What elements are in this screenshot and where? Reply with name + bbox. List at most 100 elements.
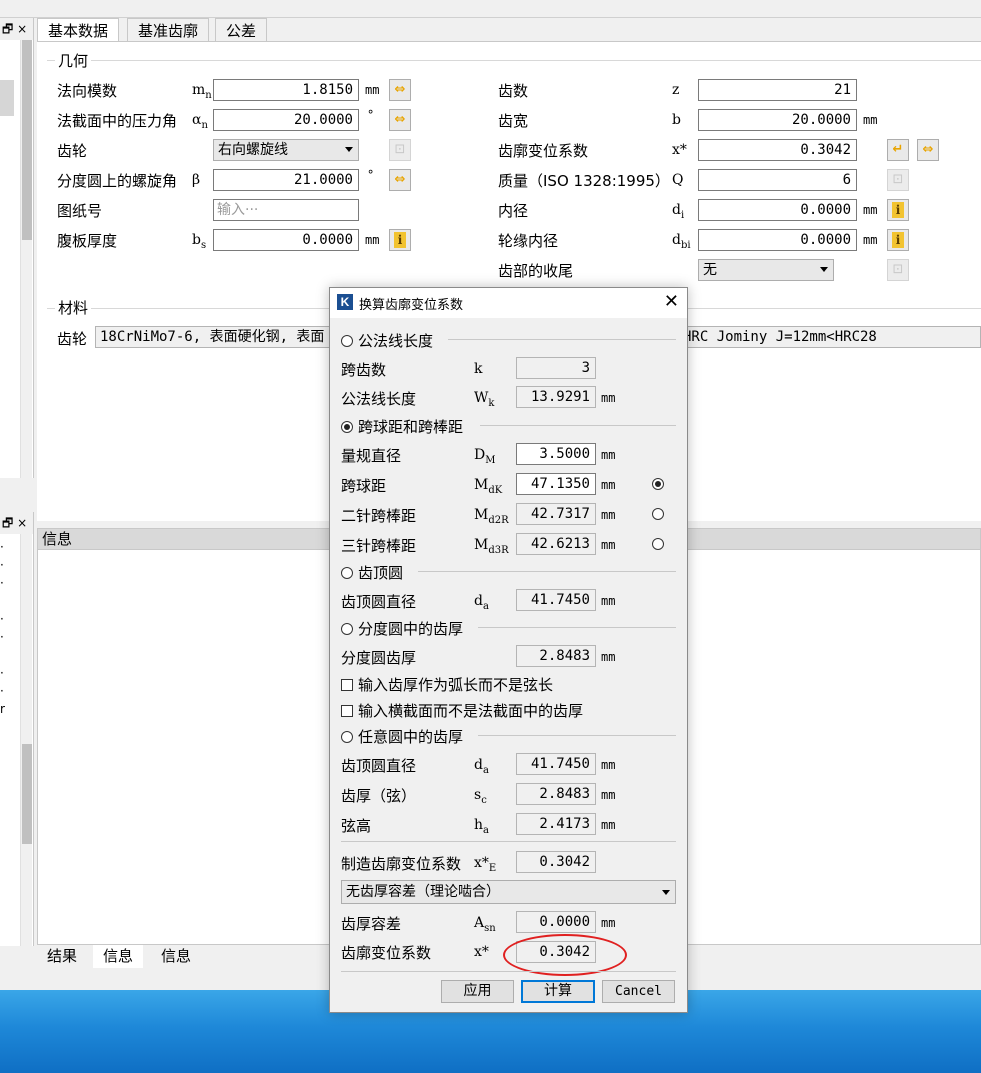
scrollbar-thumb[interactable] bbox=[22, 744, 32, 844]
apply-button[interactable]: 应用 bbox=[441, 980, 514, 1003]
normal-module-symbol: mn bbox=[192, 82, 212, 101]
info-icon[interactable]: i bbox=[389, 229, 411, 251]
quality-symbol: Q bbox=[672, 172, 684, 188]
tab-basic-rack[interactable]: 基准齿廓 bbox=[127, 18, 210, 42]
mdk-unit: mm bbox=[601, 478, 616, 492]
tab-basic-data[interactable]: 基本数据 bbox=[37, 18, 120, 42]
left-panel-controls[interactable]: 🗗 × bbox=[0, 18, 33, 40]
rim-inner-diameter-unit: mm bbox=[863, 233, 878, 247]
tab-info-2[interactable]: 信息 bbox=[151, 945, 201, 969]
k-symbol: k bbox=[474, 361, 483, 377]
radio-icon bbox=[341, 731, 353, 743]
tolerance-select[interactable]: 无齿厚容差（理论啮合） bbox=[341, 880, 676, 904]
top-strip bbox=[0, 0, 981, 18]
scrollbar-thumb[interactable] bbox=[22, 40, 32, 240]
mdk-radio[interactable] bbox=[652, 477, 669, 493]
helix-angle-input[interactable]: 21.0000 bbox=[213, 169, 359, 191]
web-thickness-input[interactable]: 0.0000 bbox=[213, 229, 359, 251]
profile-shift-input[interactable]: 0.3042 bbox=[698, 139, 857, 161]
checkbox-transverse[interactable]: 输入横截面而不是法截面中的齿厚 bbox=[341, 700, 583, 721]
mdk-symbol: MdK bbox=[474, 477, 503, 496]
radio-pitch-thickness[interactable]: 分度圆中的齿厚 bbox=[341, 618, 463, 639]
pressure-angle-input[interactable]: 20.0000 bbox=[213, 109, 359, 131]
md3r-radio[interactable] bbox=[652, 537, 669, 553]
tip-relief-value: 无 bbox=[703, 262, 717, 278]
section-label: 分度圆中的齿厚 bbox=[358, 620, 464, 638]
section-label: 公法线长度 bbox=[358, 332, 434, 350]
checkbox-label: 输入横截面而不是法截面中的齿厚 bbox=[358, 702, 584, 720]
convert-arrows-icon[interactable]: ⇔ bbox=[389, 109, 411, 131]
geometry-group-line bbox=[47, 60, 981, 61]
wk-input[interactable]: 13.9291 bbox=[516, 386, 596, 408]
dm-input[interactable]: 3.5000 bbox=[516, 443, 596, 465]
ha-input[interactable]: 2.4173 bbox=[516, 813, 596, 835]
tip-relief-select[interactable]: 无 bbox=[698, 259, 834, 281]
radio-span-measurement[interactable]: 公法线长度 bbox=[341, 330, 433, 351]
radio-ball-pin[interactable]: 跨球距和跨棒距 bbox=[341, 416, 463, 437]
material-group-label: 材料 bbox=[55, 297, 92, 318]
tab-info[interactable]: 信息 bbox=[93, 945, 144, 969]
material-value-right: HRC Jominy J=12mm<HRC28 bbox=[683, 329, 877, 345]
radio-tip-circle[interactable]: 齿顶圆 bbox=[341, 562, 403, 583]
dialog-titlebar: K 换算齿廓变位系数 ✕ bbox=[330, 288, 687, 318]
inner-diameter-input[interactable]: 0.0000 bbox=[698, 199, 857, 221]
convert-arrows-icon[interactable]: ⇔ bbox=[389, 169, 411, 191]
md2r-radio[interactable] bbox=[652, 507, 669, 523]
sc-input[interactable]: 2.8483 bbox=[516, 783, 596, 805]
checkbox-icon bbox=[341, 679, 353, 691]
mdk-input[interactable]: 47.1350 bbox=[516, 473, 596, 495]
teeth-symbol: z bbox=[672, 82, 680, 98]
da2-input[interactable]: 41.7450 bbox=[516, 753, 596, 775]
info-icon[interactable]: i bbox=[887, 199, 909, 221]
teeth-input[interactable]: 21 bbox=[698, 79, 857, 101]
md3r-input[interactable]: 42.6213 bbox=[516, 533, 596, 555]
dm-symbol: DM bbox=[474, 447, 496, 466]
da2-symbol: da bbox=[474, 757, 489, 776]
pitch-thickness-unit: mm bbox=[601, 650, 616, 664]
tab-tolerance[interactable]: 公差 bbox=[215, 18, 268, 42]
face-width-input[interactable]: 20.0000 bbox=[698, 109, 857, 131]
quality-input[interactable]: 6 bbox=[698, 169, 857, 191]
checkbox-arc-length[interactable]: 输入齿厚作为弧长而不是弦长 bbox=[341, 674, 553, 695]
calculate-button[interactable]: 计算 bbox=[521, 980, 595, 1003]
convert-arrows-icon[interactable]: ⇔ bbox=[389, 79, 411, 101]
disabled-action-icon: ⊡ bbox=[887, 259, 909, 281]
normal-module-input[interactable]: 1.8150 bbox=[213, 79, 359, 101]
radio-any-circle[interactable]: 任意圆中的齿厚 bbox=[341, 726, 463, 747]
teeth-label: 齿数 bbox=[498, 82, 529, 100]
drawing-no-label: 图纸号 bbox=[57, 202, 103, 220]
web-thickness-label: 腹板厚度 bbox=[57, 232, 118, 250]
cancel-button[interactable]: Cancel bbox=[602, 980, 675, 1003]
md3r-unit: mm bbox=[601, 538, 616, 552]
left-panel-2-scrollbar[interactable] bbox=[20, 534, 32, 946]
drawing-no-input[interactable]: 输入··· bbox=[213, 199, 359, 221]
asn-label: 齿厚容差 bbox=[341, 915, 402, 933]
da-label: 齿顶圆直径 bbox=[341, 593, 417, 611]
chevron-down-icon bbox=[662, 890, 670, 895]
return-arrow-icon[interactable]: ↵ bbox=[887, 139, 909, 161]
da-input[interactable]: 41.7450 bbox=[516, 589, 596, 611]
info-icon[interactable]: i bbox=[887, 229, 909, 251]
section-divider bbox=[478, 735, 676, 736]
convert-arrows-icon[interactable]: ⇔ bbox=[917, 139, 939, 161]
left-panel-2-controls[interactable]: 🗗 × bbox=[0, 512, 33, 534]
xe-input[interactable]: 0.3042 bbox=[516, 851, 596, 873]
rim-inner-diameter-input[interactable]: 0.0000 bbox=[698, 229, 857, 251]
md2r-symbol: Md2R bbox=[474, 507, 509, 526]
app-logo-icon: K bbox=[337, 294, 353, 310]
asn-input[interactable]: 0.0000 bbox=[516, 911, 596, 933]
sc-label: 齿厚（弦） bbox=[341, 787, 417, 805]
close-icon[interactable]: ✕ bbox=[664, 291, 679, 312]
pressure-angle-label: 法截面中的压力角 bbox=[57, 112, 178, 130]
md2r-input[interactable]: 42.7317 bbox=[516, 503, 596, 525]
pitch-thickness-input[interactable]: 2.8483 bbox=[516, 645, 596, 667]
x-result-label: 齿廓变位系数 bbox=[341, 944, 432, 962]
left-panel-scrollbar[interactable] bbox=[20, 40, 32, 478]
left-dock-panel-2: 🗗 × · · · · · · · r bbox=[0, 512, 34, 946]
k-input[interactable]: 3 bbox=[516, 357, 596, 379]
web-thickness-unit: mm bbox=[365, 233, 380, 247]
dm-label: 量规直径 bbox=[341, 447, 402, 465]
helix-direction-select[interactable]: 右向螺旋线 bbox=[213, 139, 359, 161]
tab-results[interactable]: 结果 bbox=[37, 945, 87, 969]
left-dock-panel: 🗗 × bbox=[0, 18, 34, 478]
